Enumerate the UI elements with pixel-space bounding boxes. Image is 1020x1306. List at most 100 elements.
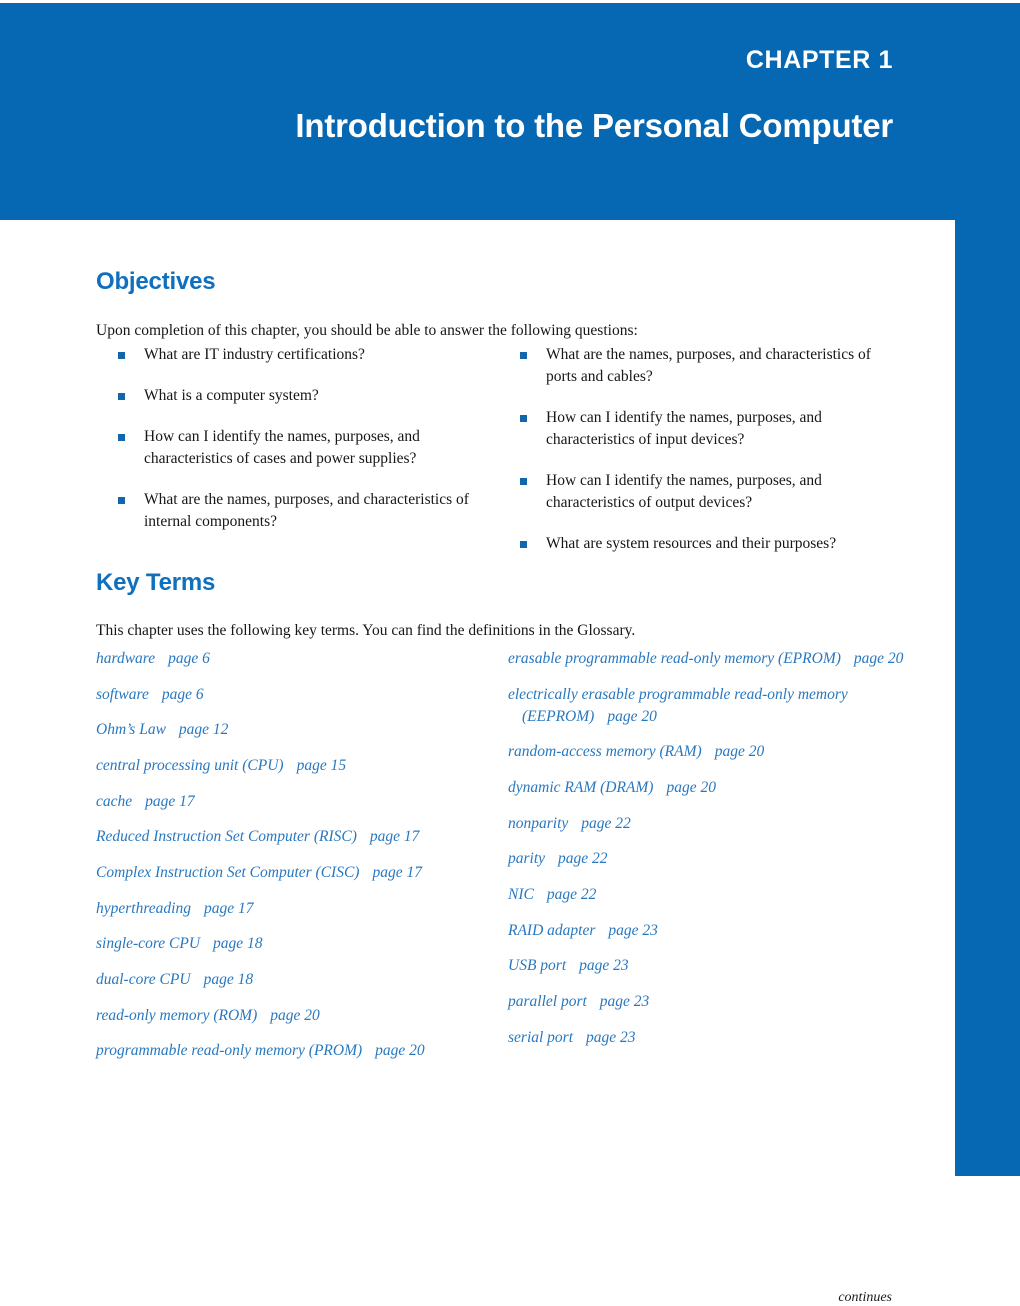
objective-item: What are the names, purposes, and charac… [520, 344, 890, 388]
key-term-page-reference: page 20 [853, 650, 904, 667]
objective-text: What are the names, purposes, and charac… [144, 491, 469, 530]
objective-text: What is a computer system? [144, 387, 319, 404]
objective-item: What are IT industry certifications? [118, 344, 488, 366]
key-term-name: hardware [96, 650, 156, 667]
key-term-item: electrically erasable programmable read-… [508, 684, 908, 728]
key-term-item: hardware page 6 [96, 648, 496, 670]
objective-item: What is a computer system? [118, 385, 488, 407]
key-term-page-reference: page 15 [296, 756, 347, 774]
key-term-item: NIC page 22 [508, 884, 908, 906]
objective-text: What are the names, purposes, and charac… [546, 346, 871, 385]
objective-item: What are the names, purposes, and charac… [118, 489, 488, 533]
key-term-item: USB port page 23 [508, 955, 908, 977]
objective-text: What are system resources and their purp… [546, 535, 837, 552]
key-term-page-reference: page 17 [145, 792, 195, 810]
continues-note: continues [838, 1290, 892, 1305]
key-term-page-reference: page 23 [608, 921, 658, 939]
key-term-name: Ohm’s Law [96, 721, 166, 739]
objective-item: How can I identify the names, purposes, … [520, 470, 890, 514]
key-term-page-reference: page 12 [178, 721, 229, 739]
key-term-page-reference: page 6 [168, 650, 210, 667]
key-term-page-reference: page 6 [161, 685, 204, 703]
key-term-name: cache [96, 792, 133, 810]
key-term-item: serial port page 23 [508, 1027, 908, 1049]
objective-text: How can I identify the names, purposes, … [546, 409, 822, 448]
square-bullet-icon [118, 434, 125, 441]
objectives-intro-text: Upon completion of this chapter, you sho… [96, 322, 638, 339]
key-term-item: Reduced Instruction Set Computer (RISC) p… [96, 826, 496, 848]
key-term-page-reference: page 23 [586, 1028, 636, 1046]
key-term-name: serial port [508, 1028, 574, 1046]
key-term-page-reference: page 22 [546, 886, 597, 904]
chapter-title: Introduction to the Personal Computer [295, 107, 893, 144]
key-term-item: software page 6 [96, 684, 496, 706]
key-term-name: single-core CPU [96, 935, 201, 953]
key-term-page-reference: page 23 [599, 993, 650, 1011]
key-term-name: nonparity [508, 814, 569, 832]
key-term-item: programmable read-only memory (PROM) page… [96, 1040, 496, 1062]
key-term-page-reference: page 20 [666, 779, 716, 797]
chapter-banner: CHAPTER 1 Introduction to the Personal C… [0, 3, 1020, 220]
key-terms-heading: Key Terms [96, 569, 216, 596]
key-term-item: erasable programmable read-only memory (… [508, 648, 908, 670]
key-term-name: dynamic RAM (DRAM) [508, 779, 654, 797]
key-term-item: parallel port page 23 [508, 991, 908, 1013]
key-term-name: hyperthreading [96, 899, 191, 917]
objective-text: How can I identify the names, purposes, … [546, 472, 822, 511]
key-term-page-reference: page 18 [203, 970, 254, 988]
objectives-left-column: What are IT industry certifications? Wha… [118, 344, 488, 552]
objectives-right-column: What are the names, purposes, and charac… [520, 344, 890, 574]
key-term-name: Complex Instruction Set Computer (CISC) [96, 863, 360, 881]
key-term-name: Reduced Instruction Set Computer (RISC) [96, 828, 357, 846]
key-terms-intro-text: This chapter uses the following key term… [96, 622, 636, 639]
objective-text: What are IT industry certifications? [144, 346, 365, 363]
square-bullet-icon [520, 415, 527, 422]
key-term-item: dual-core CPU page 18 [96, 969, 496, 991]
key-term-page-reference: page 20 [607, 707, 657, 725]
chapter-banner-inner: CHAPTER 1 Introduction to the Personal C… [0, 3, 893, 220]
key-term-name: NIC [508, 886, 534, 904]
key-term-name: software [96, 685, 149, 703]
key-term-name: central processing unit (CPU) [96, 756, 284, 774]
key-term-name: programmable read-only memory (PROM) [96, 1042, 363, 1060]
key-term-page-reference: page 23 [579, 957, 629, 975]
key-term-page-reference: page 22 [581, 814, 631, 832]
key-term-item: parity page 22 [508, 848, 908, 870]
key-term-item: hyperthreading page 17 [96, 898, 496, 920]
key-term-item: RAID adapter page 23 [508, 920, 908, 942]
key-term-page-reference: page 22 [558, 850, 608, 868]
objective-item: How can I identify the names, purposes, … [118, 426, 488, 470]
square-bullet-icon [118, 352, 125, 359]
key-term-name: USB port [508, 957, 567, 975]
square-bullet-icon [520, 478, 527, 485]
key-term-page-reference: page 20 [375, 1042, 425, 1060]
key-term-item: dynamic RAM (DRAM) page 20 [508, 777, 908, 799]
page-top-white-margin [0, 0, 1020, 3]
key-term-item: cache page 17 [96, 791, 496, 813]
key-term-item: nonparity page 22 [508, 813, 908, 835]
key-term-name: erasable programmable read-only memory (… [508, 650, 841, 667]
square-bullet-icon [520, 541, 527, 548]
key-terms-right-column: erasable programmable read-only memory (… [508, 648, 908, 1062]
key-term-page-reference: page 20 [714, 743, 765, 761]
key-term-page-reference: page 18 [213, 935, 263, 953]
key-term-item: central processing unit (CPU) page 15 [96, 755, 496, 777]
square-bullet-icon [118, 393, 125, 400]
chapter-number-label: CHAPTER 1 [745, 46, 893, 74]
objective-text: How can I identify the names, purposes, … [144, 428, 420, 467]
key-term-name: read-only memory (ROM) [96, 1006, 258, 1024]
key-term-page-reference: page 17 [369, 828, 420, 846]
key-term-page-reference: page 20 [270, 1006, 320, 1024]
key-term-item: Ohm’s Law page 12 [96, 719, 496, 741]
textbook-page: CHAPTER 1 Introduction to the Personal C… [0, 0, 1020, 1305]
key-term-name: parity [508, 850, 546, 868]
key-term-name: RAID adapter [508, 921, 596, 939]
key-term-name: dual-core CPU [96, 970, 191, 988]
key-term-item: single-core CPU page 18 [96, 933, 496, 955]
key-term-item: read-only memory (ROM) page 20 [96, 1005, 496, 1027]
key-term-item: random-access memory (RAM) page 20 [508, 741, 908, 763]
key-term-name: random-access memory (RAM) [508, 743, 702, 761]
key-term-name: parallel port [508, 993, 587, 1011]
key-term-item: Complex Instruction Set Computer (CISC) p… [96, 862, 496, 884]
objectives-heading: Objectives [96, 268, 216, 295]
